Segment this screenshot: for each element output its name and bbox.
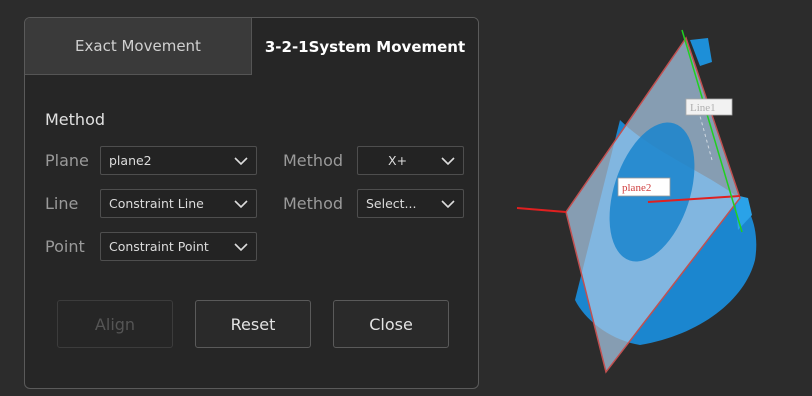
line-label: Line [45,194,79,213]
line-select-value: Constraint Line [109,196,204,211]
line-label-text: Line1 [690,102,716,114]
chevron-down-icon [234,199,248,208]
tab-exact-movement-label: Exact Movement [75,37,201,55]
tab-321-system-movement-label: 3-2-1System Movement [264,37,466,56]
plane-select[interactable]: plane2 [100,146,257,175]
point-select-value: Constraint Point [109,239,209,254]
method-section-title: Method [45,110,106,129]
plane-method-value: X+ [388,153,408,168]
close-button[interactable]: Close [333,300,449,348]
point-select[interactable]: Constraint Point [100,232,257,261]
plane-select-value: plane2 [109,153,152,168]
movement-dialog: Exact Movement 3-2-1System Movement Meth… [24,17,479,389]
tab-321-system-movement[interactable]: 3-2-1System Movement [252,18,478,75]
align-button[interactable]: Align [57,300,173,348]
tab-bar: Exact Movement 3-2-1System Movement [25,18,478,75]
chevron-down-icon [441,199,455,208]
point-label: Point [45,237,85,256]
line-method-select[interactable]: Select... [357,189,464,218]
red-axis-left [516,207,567,213]
reset-button[interactable]: Reset [195,300,311,348]
plane-label: Plane [45,151,89,170]
plane-method-select[interactable]: X+ [357,146,464,175]
line-method-label: Method [283,194,344,213]
tab-exact-movement[interactable]: Exact Movement [25,18,252,75]
plane-method-label: Method [283,151,344,170]
chevron-down-icon [441,156,455,165]
chevron-down-icon [234,156,248,165]
plane-label-text: plane2 [622,182,651,194]
chevron-down-icon [234,242,248,251]
line-select[interactable]: Constraint Line [100,189,257,218]
line-method-value: Select... [366,196,417,211]
